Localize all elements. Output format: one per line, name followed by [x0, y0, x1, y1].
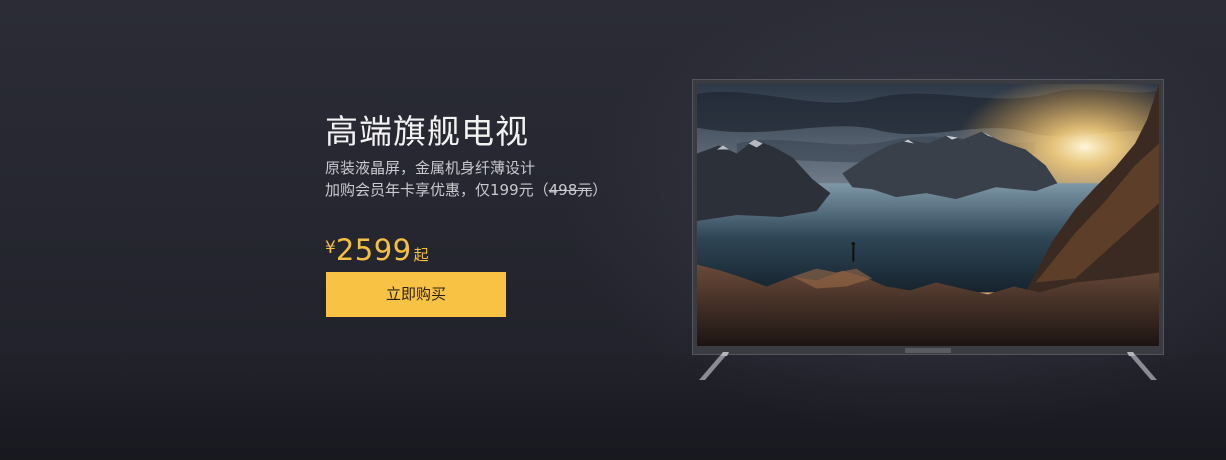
price-amount: 2599	[335, 233, 412, 267]
banner-subtitle: 原装液晶屏，金属机身纤薄设计	[325, 159, 536, 177]
offer-close: ）	[592, 181, 608, 199]
original-price: 498元	[548, 181, 593, 199]
price-tag: ¥2599 起	[325, 230, 429, 275]
mi-logo-icon	[905, 348, 951, 353]
buy-now-button[interactable]: 立即购买	[326, 272, 506, 317]
offer-text: 加购会员年卡享优惠，仅199元（	[325, 181, 549, 199]
currency-symbol: ¥	[325, 238, 336, 258]
tv-promo-banner[interactable]: 高端旗舰电视 原装液晶屏，金属机身纤薄设计 加购会员年卡享优惠，仅199元（49…	[0, 0, 1226, 460]
fjord-landscape-image	[697, 84, 1159, 346]
tv-product-image[interactable]	[692, 79, 1164, 355]
tv-stand-left	[699, 352, 729, 380]
banner-title: 高端旗舰电视	[325, 112, 529, 151]
price-suffix: 起	[413, 246, 429, 264]
floor-shadow	[0, 350, 1226, 460]
banner-offer: 加购会员年卡享优惠，仅199元（498元）	[325, 179, 607, 201]
tv-stand-right	[1127, 352, 1157, 380]
tv-screen	[697, 84, 1159, 346]
